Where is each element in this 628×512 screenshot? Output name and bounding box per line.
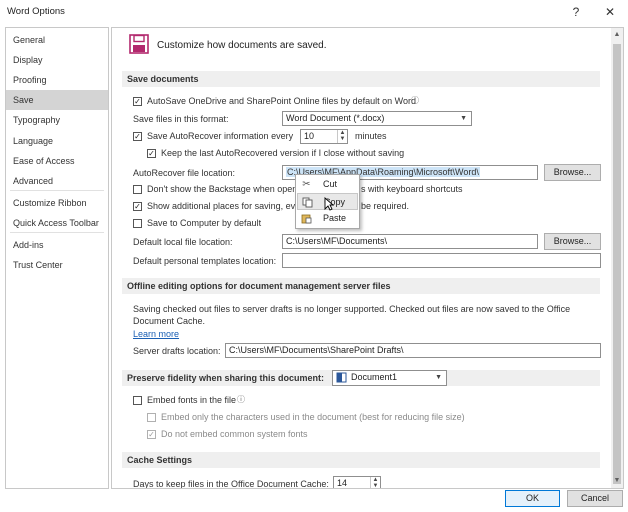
- additional-places-label: Show additional places for saving, eve: [147, 201, 301, 211]
- personal-templates-label: Default personal templates location:: [133, 256, 277, 266]
- content-scrollbar[interactable]: ▲ ▼: [611, 27, 624, 489]
- autorecover-minutes-input[interactable]: 10 ▲ ▼: [300, 129, 348, 144]
- browse-default-local-button[interactable]: Browse...: [544, 233, 601, 250]
- nav-item-save[interactable]: Save: [6, 90, 108, 110]
- keep-last-checkbox[interactable]: ✓: [147, 149, 156, 158]
- options-content: Customize how documents are saved. Save …: [111, 27, 613, 489]
- nav-item-typography[interactable]: Typography: [6, 110, 108, 130]
- format-value: Word Document (*.docx): [286, 113, 385, 123]
- no-common-fonts-checkbox[interactable]: ✓: [147, 430, 156, 439]
- section-save-documents: Save documents: [122, 71, 600, 87]
- server-drafts-label: Server drafts location:: [133, 346, 221, 356]
- cache-days-label: Days to keep files in the Office Documen…: [133, 479, 329, 489]
- server-drafts-input[interactable]: C:\Users\MF\Documents\SharePoint Drafts\: [225, 343, 601, 358]
- page-header: Customize how documents are saved.: [157, 40, 327, 51]
- options-nav: General Display Proofing Save Typography…: [5, 27, 109, 489]
- section-cache-settings: Cache Settings: [122, 452, 600, 468]
- fidelity-document-value: Document1: [351, 372, 398, 382]
- format-dropdown[interactable]: Word Document (*.docx) ▼: [282, 111, 472, 126]
- offline-info-line2: Document Cache.: [133, 316, 206, 326]
- save-to-computer-checkbox[interactable]: [133, 219, 142, 228]
- default-local-value: C:\Users\MF\Documents\: [286, 236, 388, 246]
- nav-item-add-ins[interactable]: Add-ins: [6, 235, 108, 255]
- embed-fonts-label: Embed fonts in the file: [147, 395, 237, 405]
- save-to-computer-label: Save to Computer by default: [147, 218, 262, 228]
- spinner-icon[interactable]: ▲ ▼: [337, 130, 347, 143]
- scroll-thumb[interactable]: [613, 44, 621, 484]
- scissors-icon: ✂: [302, 179, 311, 190]
- default-local-input[interactable]: C:\Users\MF\Documents\: [282, 234, 538, 249]
- chevron-down-icon: ▼: [460, 115, 467, 122]
- cache-days-value: 14: [337, 478, 348, 488]
- format-label: Save files in this format:: [133, 114, 229, 124]
- autosave-label: AutoSave OneDrive and SharePoint Online …: [147, 96, 416, 106]
- save-disk-icon: [129, 34, 149, 54]
- additional-places-checkbox[interactable]: ✓: [133, 202, 142, 211]
- autorecover-label: Save AutoRecover information every: [147, 131, 294, 141]
- copy-icon: [302, 197, 313, 208]
- close-button[interactable]: ✕: [596, 2, 624, 22]
- ok-button[interactable]: OK: [505, 490, 560, 507]
- context-menu-cut[interactable]: ✂ Cut: [297, 176, 358, 193]
- autosave-checkbox[interactable]: ✓: [133, 97, 142, 106]
- no-common-fonts-label: Do not embed common system fonts: [161, 429, 308, 439]
- fidelity-document-dropdown[interactable]: Document1 ▼: [332, 370, 447, 386]
- autorecover-location-label: AutoRecover file location:: [133, 168, 236, 178]
- mouse-cursor-icon: [324, 197, 335, 211]
- nav-item-customize-ribbon[interactable]: Customize Ribbon: [6, 193, 108, 213]
- info-icon: ⓘ: [237, 395, 245, 404]
- info-icon: ⓘ: [411, 96, 419, 105]
- offline-info-line1: Saving checked out files to server draft…: [133, 304, 571, 314]
- document-icon: [336, 372, 347, 383]
- nav-item-ease-of-access[interactable]: Ease of Access: [6, 151, 108, 171]
- embed-fonts-checkbox[interactable]: [133, 396, 142, 405]
- section-offline-editing: Offline editing options for document man…: [122, 278, 600, 294]
- server-drafts-value: C:\Users\MF\Documents\SharePoint Drafts\: [229, 345, 404, 355]
- backstage-checkbox[interactable]: [133, 185, 142, 194]
- nav-divider: [10, 232, 104, 233]
- scroll-down-icon[interactable]: ▼: [611, 475, 623, 487]
- nav-item-trust-center[interactable]: Trust Center: [6, 255, 108, 275]
- cut-label: Cut: [323, 179, 338, 189]
- spinner-icon[interactable]: ▲ ▼: [370, 477, 380, 488]
- browse-autorecover-button[interactable]: Browse...: [544, 164, 601, 181]
- nav-item-language[interactable]: Language: [6, 131, 108, 151]
- additional-places-label-end: be required.: [361, 201, 410, 211]
- paste-label: Paste: [323, 213, 347, 223]
- backstage-label: Don't show the Backstage when open: [147, 184, 298, 194]
- embed-only-checkbox[interactable]: [147, 413, 156, 422]
- scroll-up-icon[interactable]: ▲: [611, 29, 623, 41]
- backstage-label-end: s with keyboard shortcuts: [361, 184, 463, 194]
- context-menu-paste[interactable]: Paste: [297, 210, 358, 227]
- cancel-button[interactable]: Cancel: [567, 490, 623, 507]
- fidelity-title: Preserve fidelity when sharing this docu…: [127, 373, 325, 383]
- nav-item-quick-access-toolbar[interactable]: Quick Access Toolbar: [6, 213, 108, 233]
- nav-item-general[interactable]: General: [6, 30, 108, 50]
- keep-last-label: Keep the last AutoRecovered version if I…: [161, 148, 405, 158]
- embed-only-label: Embed only the characters used in the do…: [161, 412, 465, 422]
- window-title: Word Options: [7, 6, 65, 17]
- nav-divider: [10, 190, 104, 191]
- default-local-label: Default local file location:: [133, 237, 233, 247]
- cache-days-input[interactable]: 14 ▲ ▼: [333, 476, 381, 488]
- help-button[interactable]: ?: [562, 2, 590, 22]
- autorecover-minutes-value: 10: [304, 131, 315, 141]
- learn-more-link[interactable]: Learn more: [133, 329, 179, 339]
- minutes-label: minutes: [355, 131, 387, 141]
- nav-item-advanced[interactable]: Advanced: [6, 171, 108, 191]
- nav-item-display[interactable]: Display: [6, 50, 108, 70]
- autorecover-checkbox[interactable]: ✓: [133, 132, 142, 141]
- personal-templates-input[interactable]: [282, 253, 601, 268]
- chevron-down-icon: ▼: [435, 374, 442, 381]
- nav-item-proofing[interactable]: Proofing: [6, 70, 108, 90]
- paste-icon: [301, 213, 312, 224]
